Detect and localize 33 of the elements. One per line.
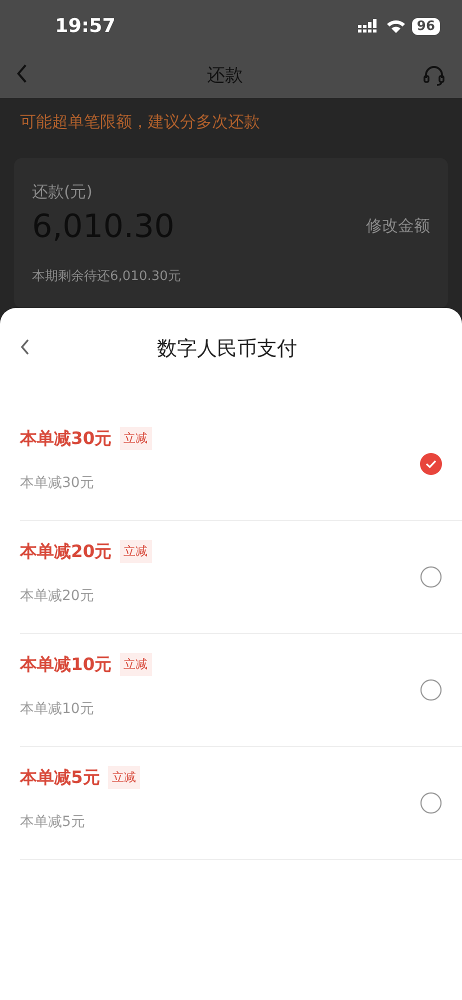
option-title: 本单减30元 xyxy=(20,428,112,450)
discount-tag: 立减 xyxy=(120,540,152,562)
unchecked-radio[interactable] xyxy=(420,792,442,814)
option-subtitle: 本单减20元 xyxy=(20,586,95,604)
option-title: 本单减20元 xyxy=(20,540,112,562)
page-title: 还款 xyxy=(207,64,243,87)
option-subtitle: 本单减10元 xyxy=(20,700,95,718)
back-icon xyxy=(20,338,30,354)
discount-option[interactable]: 本单减30元 立减 本单减30元 xyxy=(20,408,462,521)
discount-option[interactable]: 本单减10元 立减 本单减10元 xyxy=(20,634,462,747)
edit-amount-link[interactable]: 修改金额 xyxy=(366,216,430,236)
option-subtitle: 本单减30元 xyxy=(20,474,95,492)
remaining-text: 本期剩余待还6,010.30元 xyxy=(32,268,182,285)
discount-tag: 立减 xyxy=(120,426,152,450)
back-icon xyxy=(16,64,28,84)
option-title: 本单减5元 xyxy=(20,766,100,788)
limit-warning: 可能超单笔限额，建议分多次还款 xyxy=(19,111,261,133)
headset-icon[interactable] xyxy=(422,63,446,87)
battery-level: 96 xyxy=(412,18,440,34)
discount-option[interactable]: 本单减20元 立减 本单减20元 xyxy=(20,521,462,634)
discount-option[interactable]: 本单减5元 立减 本单减5元 xyxy=(20,747,462,860)
unchecked-radio[interactable] xyxy=(420,679,442,701)
option-subtitle: 本单减5元 xyxy=(20,812,86,830)
sheet-title: 数字人民币支付 xyxy=(157,334,297,362)
discount-tag: 立减 xyxy=(120,652,152,676)
discount-tag: 立减 xyxy=(108,766,140,788)
status-time: 19:57 xyxy=(55,15,116,37)
unchecked-radio[interactable] xyxy=(420,566,442,588)
wifi-icon xyxy=(386,19,406,33)
sheet-back-button[interactable] xyxy=(20,338,30,358)
option-title: 本单减10元 xyxy=(20,654,112,676)
checked-radio[interactable] xyxy=(420,453,442,475)
amount-label: 还款(元) xyxy=(32,182,94,203)
